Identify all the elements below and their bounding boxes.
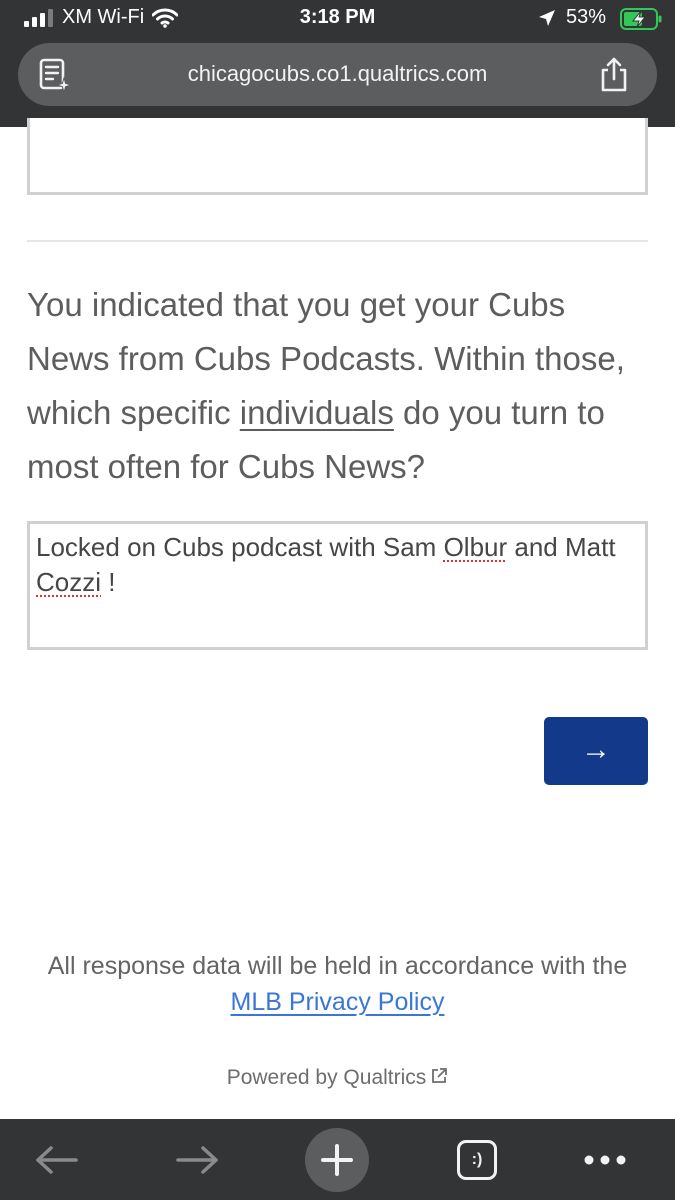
powered-by[interactable]: Powered by Qualtrics <box>0 1066 675 1090</box>
forward-button[interactable] <box>162 1119 232 1200</box>
tabs-button[interactable]: :) <box>446 1119 508 1200</box>
answer-textbox[interactable]: Locked on Cubs podcast with Sam Olbur an… <box>27 521 648 650</box>
address-bar[interactable]: chicagocubs.co1.qualtrics.com <box>18 43 657 106</box>
answer-text-part3: ! <box>108 567 116 597</box>
answer-text-part2: and Matt <box>514 532 616 562</box>
external-link-icon <box>432 1068 448 1083</box>
share-icon[interactable] <box>598 57 630 93</box>
answer-text-part1: Locked on Cubs podcast with Sam <box>36 532 437 562</box>
privacy-policy-link[interactable]: MLB Privacy Policy <box>231 988 445 1016</box>
browser-toolbar: :) <box>0 1119 675 1200</box>
battery-percent: 53% <box>566 6 607 28</box>
privacy-notice: All response data will be held in accord… <box>0 948 675 1020</box>
powered-by-text[interactable]: Powered by Qualtrics <box>227 1066 427 1089</box>
misspelled-word: Cozzi <box>36 567 102 597</box>
more-button[interactable] <box>570 1119 640 1200</box>
question-text: You indicated that you get your Cubs New… <box>27 278 652 494</box>
more-icon <box>584 1155 626 1164</box>
misspelled-word: Olbur <box>443 532 508 562</box>
top-chrome: XM Wi-Fi 3:18 PM 53% chicagocubs.co1.qua… <box>0 0 675 127</box>
next-button[interactable]: → <box>544 717 648 785</box>
new-tab-circle[interactable] <box>305 1127 369 1192</box>
question-divider <box>27 240 648 242</box>
plus-icon <box>321 1143 353 1176</box>
location-arrow-icon <box>539 10 555 26</box>
url-text[interactable]: chicagocubs.co1.qualtrics.com <box>18 61 657 87</box>
back-button[interactable] <box>22 1119 92 1200</box>
new-tab-button[interactable] <box>304 1119 370 1200</box>
privacy-notice-text: All response data will be held in accord… <box>47 952 628 980</box>
forward-arrow-icon <box>176 1145 218 1174</box>
tabs-icon[interactable]: :) <box>457 1139 497 1180</box>
battery-charging-icon <box>620 8 662 30</box>
status-bar: XM Wi-Fi 3:18 PM 53% <box>0 0 675 38</box>
previous-answer-textbox[interactable] <box>27 118 648 195</box>
question-emphasis: individuals <box>239 394 394 431</box>
back-arrow-icon <box>36 1145 78 1174</box>
